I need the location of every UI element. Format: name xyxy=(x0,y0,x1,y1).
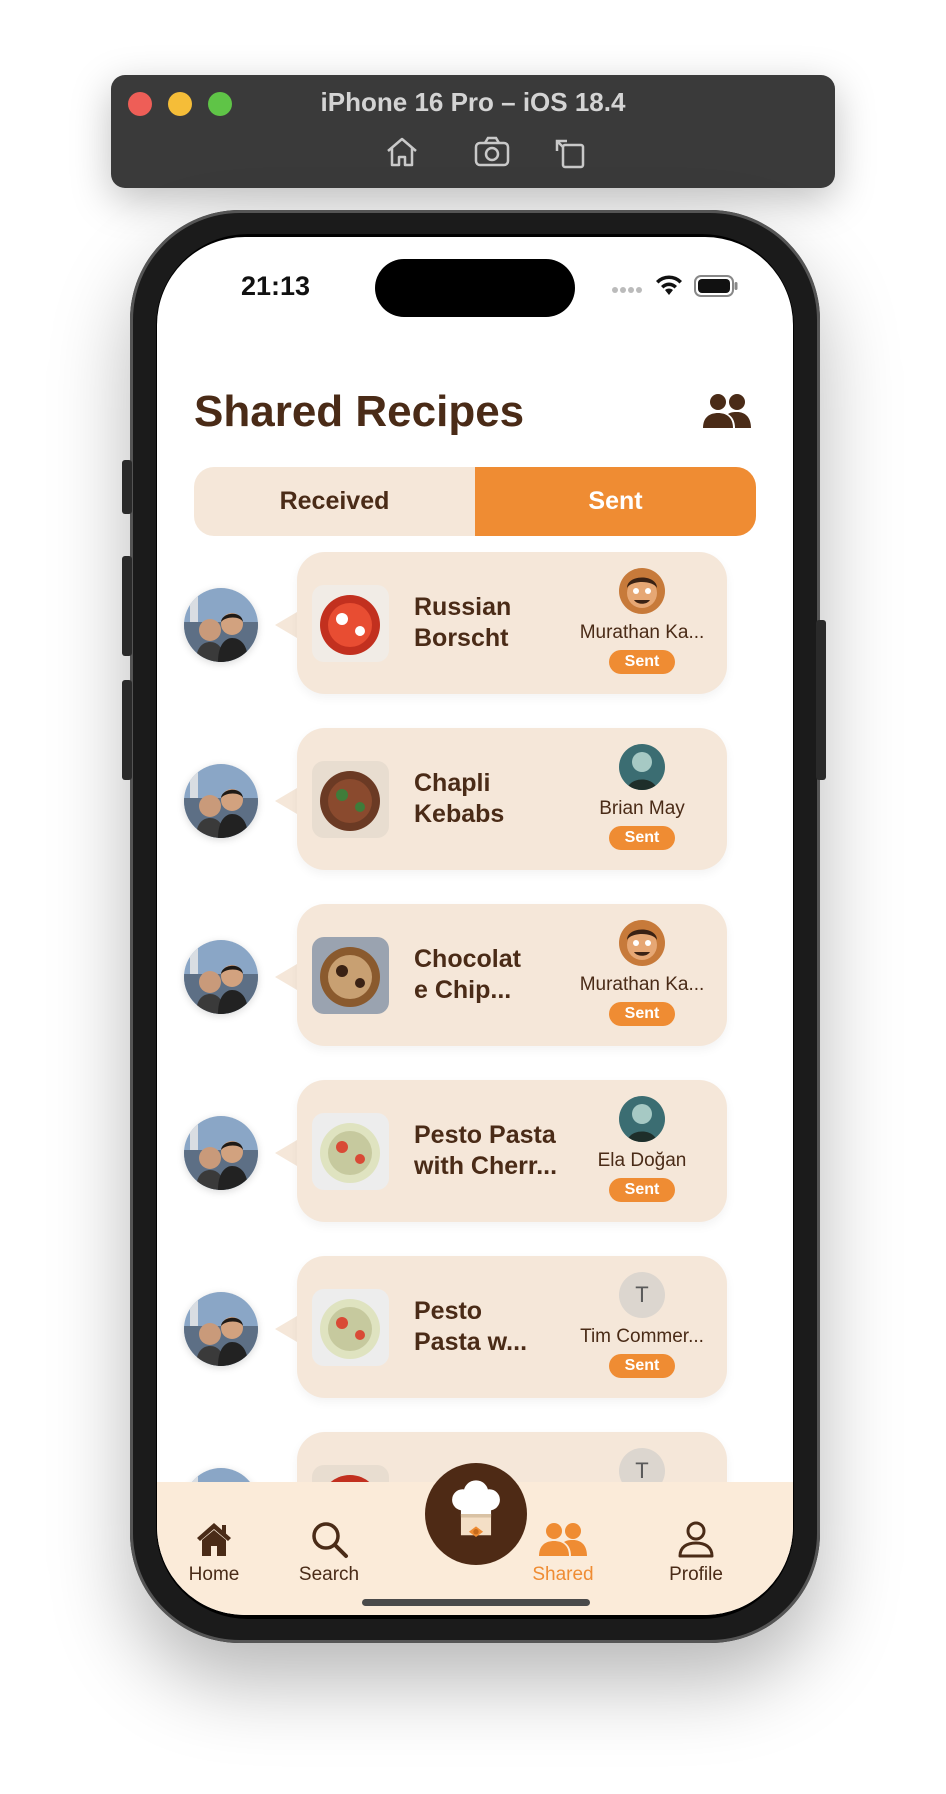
recipe-bubble[interactable]: Chapli Kebabs Brian May Sent xyxy=(297,728,727,870)
recipe-name: Chapli Kebabs xyxy=(414,769,505,828)
friends-icon[interactable] xyxy=(702,392,752,432)
recipient-name: Murathan Ka... xyxy=(579,974,705,995)
recipe-row[interactable]: Chocolat e Chip... Murathan Ka... Sent xyxy=(157,904,793,1046)
rotate-icon[interactable] xyxy=(553,135,591,169)
recipe-bubble[interactable]: Chocolat e Chip... Murathan Ka... Sent xyxy=(297,904,727,1046)
recipe-name: Pesto Pasta w... xyxy=(414,1297,528,1356)
home-icon[interactable] xyxy=(383,135,421,169)
tab-shared-label: Shared xyxy=(532,1564,594,1585)
recipe-row[interactable]: Pesto Pasta with Cherr... Ela Doğan Sent xyxy=(157,1080,793,1222)
battery-icon xyxy=(694,275,738,297)
recipient-info: Brian May Sent xyxy=(567,744,717,850)
action-button xyxy=(122,460,132,514)
recipient-avatar xyxy=(619,568,665,614)
recipe-row[interactable]: Chapli Kebabs Brian May Sent xyxy=(157,728,793,870)
recipient-name: Ela Doğan xyxy=(597,1150,687,1171)
recipe-name: Chocolat e Chip... xyxy=(414,945,521,1004)
recipe-name: Russian Borscht xyxy=(414,593,512,652)
bubble-tail xyxy=(275,788,297,814)
recipe-bubble[interactable]: Russian Borscht Murathan Ka... Sent xyxy=(297,552,727,694)
recipe-bubble[interactable]: Pesto Pasta w... T Tim Commer... Sent xyxy=(297,1256,727,1398)
search-icon xyxy=(312,1522,348,1558)
wifi-icon xyxy=(656,275,682,295)
sender-avatar[interactable] xyxy=(184,1116,258,1190)
home-icon xyxy=(197,1523,231,1556)
recipient-name: Brian May xyxy=(599,798,685,819)
recipe-bubble[interactable]: Pesto Pasta with Cherr... Ela Doğan Sent xyxy=(297,1080,727,1222)
recipient-avatar xyxy=(619,920,665,966)
status-time: 21:13 xyxy=(241,271,311,301)
simulator-title: iPhone 16 Pro – iOS 18.4 xyxy=(320,87,626,117)
recipe-thumbnail xyxy=(312,937,389,1014)
tab-search-label: Search xyxy=(298,1564,360,1585)
volume-down-button xyxy=(122,680,132,780)
tab-profile[interactable]: Profile xyxy=(646,1518,746,1586)
recipe-name: Pesto Pasta with Cherr... xyxy=(414,1121,558,1180)
bubble-tail xyxy=(275,964,297,990)
dynamic-island xyxy=(375,259,575,317)
sender-avatar[interactable] xyxy=(184,1292,258,1366)
bubble-tail xyxy=(275,612,297,638)
page-title: Shared Recipes xyxy=(194,387,525,436)
person-icon xyxy=(678,1521,714,1558)
status-badge: Sent xyxy=(608,826,676,850)
bubble-tail xyxy=(275,1316,297,1342)
recipient-avatar: T xyxy=(619,1272,665,1318)
received-tab[interactable]: Received xyxy=(194,467,475,536)
bubble-tail xyxy=(275,1140,297,1166)
simulator-toolbar: iPhone 16 Pro – iOS 18.4 xyxy=(111,75,835,188)
tab-search[interactable]: Search xyxy=(279,1518,379,1586)
recipe-row[interactable]: Russian Borscht Murathan Ka... Sent xyxy=(157,552,793,694)
recipe-bubble[interactable]: T xyxy=(297,1432,727,1482)
recipe-row[interactable]: Pesto Pasta w... T Tim Commer... Sent xyxy=(157,1256,793,1398)
tab-home[interactable]: Home xyxy=(164,1518,264,1586)
screenshot-icon[interactable] xyxy=(473,135,511,169)
recipe-thumbnail xyxy=(312,1289,389,1366)
sender-avatar[interactable] xyxy=(184,588,258,662)
tab-home-label: Home xyxy=(188,1564,240,1585)
recipient-info: Ela Doğan Sent xyxy=(567,1096,717,1202)
side-button xyxy=(816,620,826,780)
recipient-info: T xyxy=(567,1448,717,1482)
status-badge: Sent xyxy=(608,1002,676,1026)
recipient-info: T Tim Commer... Sent xyxy=(567,1272,717,1378)
status-badge: Sent xyxy=(608,1178,676,1202)
recipient-avatar xyxy=(619,744,665,790)
recipient-name: Tim Commer... xyxy=(580,1326,704,1347)
create-recipe-button[interactable] xyxy=(425,1463,527,1565)
cellular-icon xyxy=(612,287,642,293)
recipe-thumbnail xyxy=(312,1465,389,1482)
recipient-info: Murathan Ka... Sent xyxy=(567,568,717,674)
sender-avatar[interactable] xyxy=(184,940,258,1014)
recipient-avatar xyxy=(619,1096,665,1142)
recipe-thumbnail xyxy=(312,761,389,838)
recipient-info: Murathan Ka... Sent xyxy=(567,920,717,1026)
shared-recipes-list[interactable]: Russian Borscht Murathan Ka... Sent Chapli … xyxy=(157,552,793,1482)
status-badge: Sent xyxy=(608,650,676,674)
sender-avatar[interactable] xyxy=(184,764,258,838)
phone-screen: 21:13 Shared Recipes Received Sent Russi… xyxy=(157,237,793,1615)
chef-hat-icon xyxy=(452,1480,500,1538)
sender-avatar[interactable] xyxy=(184,1468,258,1482)
recipe-thumbnail xyxy=(312,1113,389,1190)
tab-profile-label: Profile xyxy=(669,1564,723,1585)
shared-segmented-control: Received Sent xyxy=(194,467,756,536)
sent-tab[interactable]: Sent xyxy=(475,467,756,536)
home-indicator xyxy=(362,1599,590,1606)
people-icon xyxy=(539,1523,587,1556)
recipe-thumbnail xyxy=(312,585,389,662)
status-badge: Sent xyxy=(608,1354,676,1378)
tab-shared[interactable]: Shared xyxy=(513,1518,613,1586)
volume-up-button xyxy=(122,556,132,656)
recipient-name: Murathan Ka... xyxy=(579,622,705,643)
recipient-avatar: T xyxy=(619,1448,665,1482)
